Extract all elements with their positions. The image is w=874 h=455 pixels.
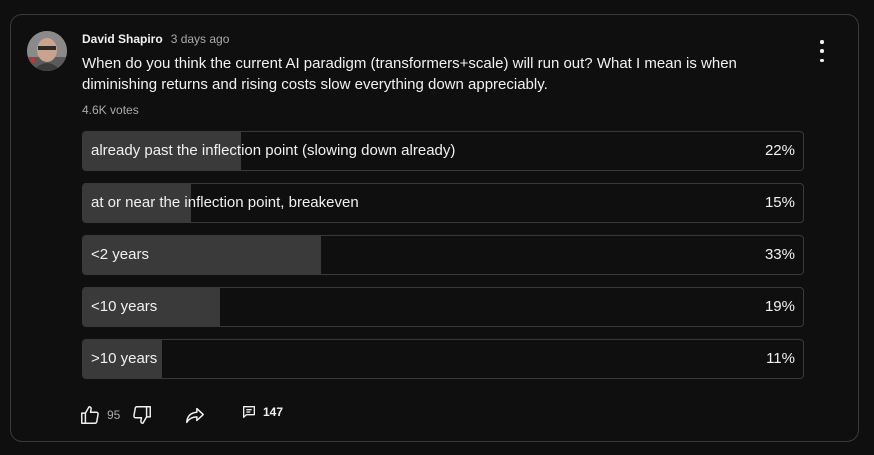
share-button[interactable] (183, 404, 207, 426)
poll-option-label: already past the inflection point (slowi… (91, 142, 456, 159)
poll-option-label: at or near the inflection point, breakev… (91, 194, 359, 211)
poll-option-percent: 33% (764, 246, 795, 263)
poll-option-percent: 22% (764, 142, 795, 159)
poll-question: When do you think the current AI paradig… (82, 55, 737, 93)
comments-button[interactable]: 147 (241, 404, 283, 420)
share-icon (186, 407, 204, 424)
poll-option[interactable]: already past the inflection point (slowi… (82, 131, 804, 171)
poll-option-percent: 11% (766, 350, 795, 367)
post-actions: 95 147 (79, 404, 379, 426)
like-button[interactable]: 95 (79, 404, 120, 426)
poll-option-label: >10 years (91, 350, 158, 367)
avatar[interactable] (27, 31, 67, 71)
like-count: 95 (107, 408, 121, 422)
community-post-card: David Shapiro 3 days ago When do you thi… (10, 14, 859, 442)
thumbs-up-icon (81, 406, 99, 424)
poll-option-label: <2 years (91, 246, 149, 263)
poll-option[interactable]: <2 years 33% (82, 235, 804, 275)
comment-count: 147 (263, 405, 284, 419)
menu-dot (820, 58, 824, 62)
dislike-button[interactable] (131, 404, 153, 426)
avatar-image (27, 31, 67, 71)
poll-option[interactable]: >10 years 11% (82, 339, 804, 379)
poll-option-percent: 19% (764, 298, 795, 315)
author-name[interactable]: David Shapiro (82, 32, 163, 46)
poll-option-label: <10 years (91, 298, 158, 315)
thumbs-down-icon (133, 406, 151, 424)
poll-options: already past the inflection point (slowi… (82, 131, 804, 391)
poll-option[interactable]: <10 years 19% (82, 287, 804, 327)
menu-dot (820, 49, 824, 53)
poll-option[interactable]: at or near the inflection point, breakev… (82, 183, 804, 223)
post-header: David Shapiro 3 days ago (82, 32, 229, 46)
menu-dot (820, 40, 824, 44)
poll-option-percent: 15% (764, 194, 795, 211)
comment-icon (243, 406, 255, 418)
more-vert-icon[interactable] (812, 40, 832, 62)
post-timestamp[interactable]: 3 days ago (171, 32, 230, 46)
vote-count: 4.6K votes (82, 103, 139, 117)
